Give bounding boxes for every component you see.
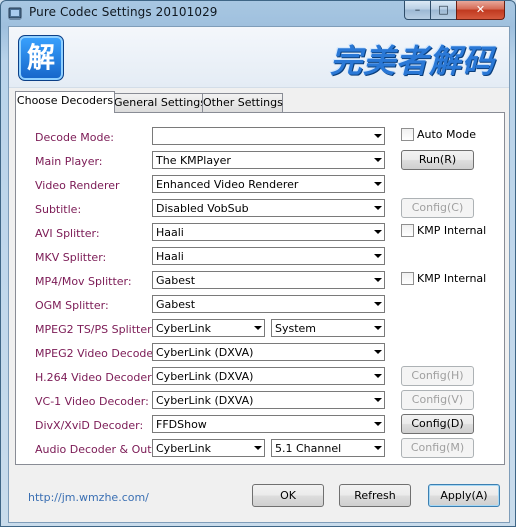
audio-output-value: 5.1 Channel (275, 442, 342, 455)
audio-decoder-select[interactable]: CyberLink (152, 439, 265, 457)
vc1-video-decoder-value: CyberLink (DXVA) (156, 394, 254, 407)
chevron-down-icon (374, 398, 382, 402)
divx-decoder-select[interactable]: FFDShow (152, 415, 385, 433)
app-icon (8, 7, 22, 20)
apply-button[interactable]: Apply(A) (428, 484, 500, 507)
avi-splitter-label: AVI Splitter: (35, 227, 100, 240)
h264-video-decoder-value: CyberLink (DXVA) (156, 370, 254, 383)
decode-mode-select[interactable] (152, 127, 385, 145)
chevron-down-icon (374, 350, 382, 354)
mp4-splitter-value: Gabest (156, 274, 196, 287)
chevron-down-icon (254, 446, 262, 450)
ogm-splitter-value: Gabest (156, 298, 196, 311)
title-bar[interactable]: Pure Codec Settings 20101029 – □ ✕ (1, 1, 515, 25)
vc1-video-decoder-label: VC-1 Video Decoder: (35, 395, 149, 408)
divx-decoder-label: DivX/XviD Decoder: (35, 419, 144, 432)
vc1-video-decoder-select[interactable]: CyberLink (DXVA) (152, 391, 385, 409)
audio-decoder-value: CyberLink (156, 442, 211, 455)
video-renderer-label: Video Renderer (35, 179, 120, 192)
auto-mode-label: Auto Mode (417, 128, 477, 141)
subtitle-config-button[interactable]: Config(C) (401, 198, 474, 218)
chevron-down-icon (374, 134, 382, 138)
refresh-button[interactable]: Refresh (339, 484, 411, 507)
app-logo-icon: 解 (18, 35, 64, 81)
close-button[interactable]: ✕ (456, 1, 505, 20)
mkv-splitter-label: MKV Splitter: (35, 251, 107, 264)
subtitle-value: Disabled VobSub (156, 202, 249, 215)
mpeg2-video-decoder-select[interactable]: CyberLink (DXVA) (152, 343, 385, 361)
avi-kmp-internal-label: KMP Internal (417, 224, 487, 237)
app-window: Pure Codec Settings 20101029 – □ ✕ 解 完美者… (0, 0, 516, 527)
banner: 解 完美者解码 (9, 27, 509, 88)
banner-logo-text: 完美者解码 (329, 42, 495, 80)
minimize-button[interactable]: – (404, 1, 431, 20)
h264-config-button[interactable]: Config(H) (401, 366, 474, 386)
auto-mode-checkbox[interactable] (401, 128, 414, 141)
chevron-down-icon (374, 182, 382, 186)
subtitle-label: Subtitle: (35, 203, 82, 216)
audio-output-select[interactable]: 5.1 Channel (271, 439, 385, 457)
chevron-down-icon (374, 302, 382, 306)
window-title: Pure Codec Settings 20101029 (29, 5, 218, 19)
choose-decoders-panel: Decode Mode: Auto Mode Main Player: The … (15, 112, 505, 465)
mpeg2-ts-ps-source-value: System (275, 322, 317, 335)
main-player-label: Main Player: (35, 155, 103, 168)
video-renderer-value: Enhanced Video Renderer (156, 178, 299, 191)
divx-config-button[interactable]: Config(D) (401, 414, 474, 434)
avi-kmp-internal-checkbox[interactable] (401, 224, 414, 237)
tab-choose-decoders[interactable]: Choose Decoders (15, 91, 115, 113)
decode-mode-label: Decode Mode: (35, 131, 114, 144)
ogm-splitter-label: OGM Splitter: (35, 299, 109, 312)
mkv-splitter-select[interactable]: Haali (152, 247, 385, 265)
dialog-client-area: 解 完美者解码 Choose Decoders General Settings… (8, 26, 510, 523)
mkv-splitter-value: Haali (156, 250, 184, 263)
mp4-splitter-select[interactable]: Gabest (152, 271, 385, 289)
chevron-down-icon (374, 374, 382, 378)
mpeg2-ts-ps-splitter-value: CyberLink (156, 322, 211, 335)
video-renderer-select[interactable]: Enhanced Video Renderer (152, 175, 385, 193)
mpeg2-ts-ps-splitter-select[interactable]: CyberLink (152, 319, 265, 337)
mpeg2-ts-ps-source-select[interactable]: System (271, 319, 385, 337)
chevron-down-icon (374, 230, 382, 234)
main-player-value: The KMPlayer (156, 154, 231, 167)
website-link[interactable]: http://jm.wmzhe.com/ (28, 491, 149, 504)
chevron-down-icon (374, 206, 382, 210)
main-player-select[interactable]: The KMPlayer (152, 151, 385, 169)
avi-splitter-select[interactable]: Haali (152, 223, 385, 241)
mp4-splitter-label: MP4/Mov Splitter: (35, 275, 132, 288)
mp4-kmp-internal-label: KMP Internal (417, 272, 487, 285)
chevron-down-icon (254, 326, 262, 330)
divx-decoder-value: FFDShow (156, 418, 207, 431)
chevron-down-icon (374, 326, 382, 330)
h264-video-decoder-label: H.264 Video Decoder: (35, 371, 156, 384)
chevron-down-icon (374, 254, 382, 258)
tab-general-settings[interactable]: General Settings (113, 93, 206, 112)
mp4-kmp-internal-checkbox[interactable] (401, 272, 414, 285)
chevron-down-icon (374, 278, 382, 282)
audio-decoder-label: Audio Decoder & Out: (35, 443, 156, 456)
h264-video-decoder-select[interactable]: CyberLink (DXVA) (152, 367, 385, 385)
maximize-button[interactable]: □ (430, 1, 457, 20)
mpeg2-video-decoder-value: CyberLink (DXVA) (156, 346, 254, 359)
tab-other-settings[interactable]: Other Settings (202, 93, 283, 112)
audio-config-button[interactable]: Config(M) (401, 438, 474, 458)
run-button[interactable]: Run(R) (401, 150, 474, 170)
mpeg2-video-decoder-label: MPEG2 Video Decoder: (35, 347, 162, 360)
chevron-down-icon (374, 158, 382, 162)
ogm-splitter-select[interactable]: Gabest (152, 295, 385, 313)
avi-splitter-value: Haali (156, 226, 184, 239)
chevron-down-icon (374, 446, 382, 450)
vc1-config-button[interactable]: Config(V) (401, 390, 474, 410)
subtitle-select[interactable]: Disabled VobSub (152, 199, 385, 217)
mpeg2-ts-ps-splitter-label: MPEG2 TS/PS Splitter: (35, 323, 156, 336)
chevron-down-icon (374, 422, 382, 426)
ok-button[interactable]: OK (252, 484, 324, 507)
